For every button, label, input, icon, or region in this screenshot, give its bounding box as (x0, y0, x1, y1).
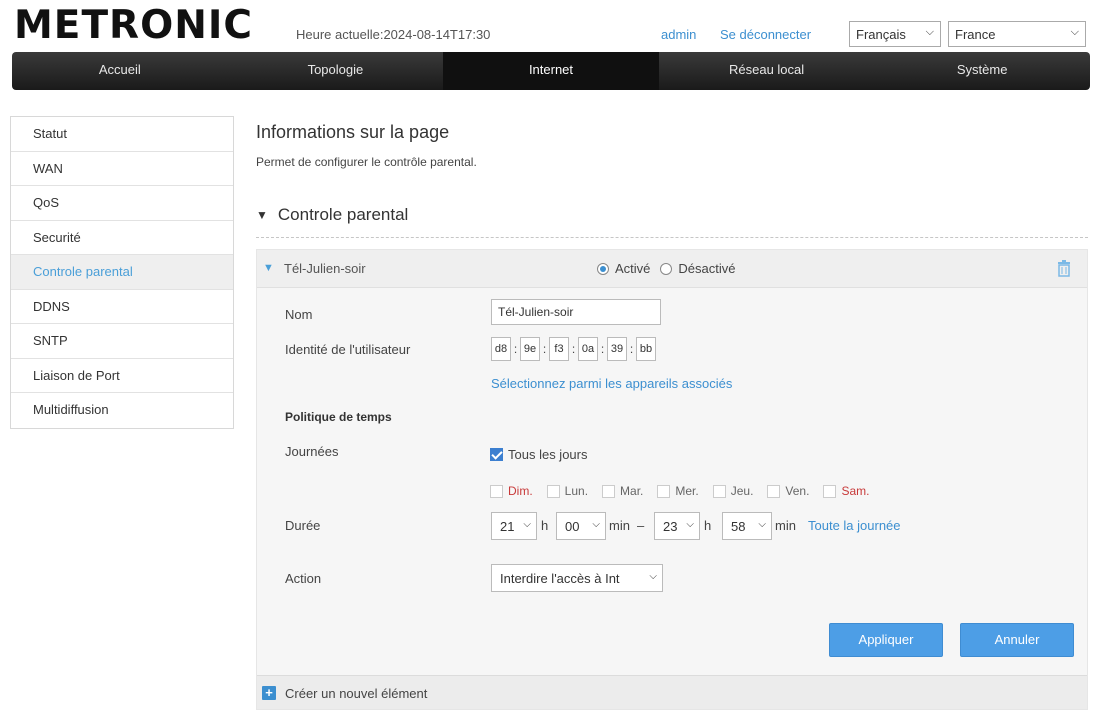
logout-link[interactable]: Se déconnecter (720, 27, 811, 42)
metronic-logo: METRONIC (14, 3, 254, 48)
sidebar-item-controle-parental[interactable]: Controle parental (11, 255, 233, 290)
all-day-link[interactable]: Toute la journée (808, 518, 901, 533)
country-value: France (955, 26, 996, 42)
apply-button[interactable]: Appliquer (829, 623, 943, 657)
day-lun[interactable]: Lun. (546, 484, 588, 498)
days-label: Journées (285, 444, 339, 459)
rule-header: ▼ Tél-Julien-soir Activé Désactivé (257, 250, 1087, 288)
select-device-link[interactable]: Sélectionnez parmi les appareils associé… (491, 376, 732, 391)
chevron-down-icon: ⌵ (758, 519, 766, 530)
chevron-down-icon: ⌵ (686, 519, 694, 530)
language-select[interactable]: Français ⌵ (849, 21, 941, 47)
mac-address-fields: d8 : 9e : f3 : 0a : 39 : bb (491, 337, 656, 361)
unit-hour: h (704, 518, 712, 533)
day-mar[interactable]: Mar. (602, 484, 643, 498)
mac-octet-2[interactable]: 9e (520, 337, 540, 361)
country-select[interactable]: France ⌵ (948, 21, 1086, 47)
chevron-down-icon: ⌵ (1070, 26, 1079, 38)
plus-icon[interactable]: + (262, 686, 276, 700)
nav-systeme[interactable]: Système (874, 52, 1090, 90)
sidebar-item-qos[interactable]: QoS (11, 186, 233, 221)
sidebar-item-wan[interactable]: WAN (11, 152, 233, 186)
nav-internet[interactable]: Internet (443, 52, 659, 90)
page-description: Permet de configurer le contrôle parenta… (256, 155, 477, 169)
user-id-label: Identité de l'utilisateur (285, 342, 411, 357)
sidebar-item-sntp[interactable]: SNTP (11, 324, 233, 359)
rule-panel: ▼ Tél-Julien-soir Activé Désactivé Nom T… (256, 249, 1088, 710)
radio-inactive-label: Désactivé (678, 261, 736, 276)
trash-icon[interactable] (1057, 260, 1071, 277)
nav-topologie[interactable]: Topologie (228, 52, 444, 90)
nav-accueil[interactable]: Accueil (12, 52, 228, 90)
time-policy-heading: Politique de temps (285, 410, 392, 424)
sidebar-item-ddns[interactable]: DDNS (11, 290, 233, 324)
mac-octet-6[interactable]: bb (636, 337, 656, 361)
page-title: Informations sur la page (256, 122, 450, 142)
main-nav: Accueil Topologie Internet Réseau local … (12, 52, 1090, 90)
sidebar-item-statut[interactable]: Statut (11, 117, 233, 152)
all-days-row: Tous les jours (490, 447, 587, 462)
chevron-down-icon: ⌵ (523, 519, 531, 530)
collapse-triangle-icon[interactable]: ▼ (263, 262, 274, 274)
mac-octet-3[interactable]: f3 (549, 337, 569, 361)
sidebar: Statut WAN QoS Securité Controle parenta… (10, 116, 234, 429)
day-mer[interactable]: Mer. (657, 484, 699, 498)
day-dim[interactable]: Dim. (490, 484, 533, 498)
language-value: Français (856, 26, 906, 42)
create-new-bar[interactable]: + Créer un nouvel élément (257, 675, 1087, 709)
sidebar-item-securite[interactable]: Securité (11, 221, 233, 255)
weekday-row: Dim. Lun. Mar. Mer. Jeu. Ven. Sam. (490, 484, 883, 498)
unit-min: min (609, 518, 630, 533)
action-label: Action (285, 571, 322, 586)
create-new-label: Créer un nouvel élément (285, 686, 428, 701)
radio-inactive[interactable] (660, 262, 673, 275)
action-select[interactable]: Interdire l'accès à Int ⌵ (491, 564, 663, 592)
cancel-button[interactable]: Annuler (960, 623, 1074, 657)
unit-hour: h (541, 518, 549, 533)
radio-active[interactable] (597, 262, 609, 275)
chevron-down-icon: ⌵ (592, 519, 600, 530)
start-min-select[interactable]: 00 ⌵ (556, 512, 606, 540)
name-label: Nom (285, 307, 313, 322)
day-sam[interactable]: Sam. (823, 484, 869, 498)
day-jeu[interactable]: Jeu. (712, 484, 753, 498)
mac-octet-5[interactable]: 39 (607, 337, 627, 361)
all-days-label: Tous les jours (508, 447, 588, 462)
end-min-select[interactable]: 58 ⌵ (722, 512, 772, 540)
range-dash: – (637, 518, 645, 533)
chevron-down-icon: ⌵ (925, 26, 934, 38)
user-link[interactable]: admin (661, 27, 696, 42)
duration-label: Durée (285, 518, 321, 533)
sidebar-item-multidiffusion[interactable]: Multidiffusion (11, 393, 233, 428)
nav-reseau-local[interactable]: Réseau local (659, 52, 875, 90)
start-hour-select[interactable]: 21 ⌵ (491, 512, 537, 540)
current-time: Heure actuelle:2024-08-14T17:30 (296, 27, 491, 42)
day-ven[interactable]: Ven. (767, 484, 809, 498)
sidebar-item-liaison-de-port[interactable]: Liaison de Port (11, 359, 233, 393)
radio-active-label: Activé (615, 261, 651, 276)
mac-octet-1[interactable]: d8 (491, 337, 511, 361)
section-title[interactable]: ▼ Controle parental (256, 205, 408, 225)
chevron-down-icon: ⌵ (649, 571, 657, 582)
end-hour-select[interactable]: 23 ⌵ (654, 512, 700, 540)
section-divider (256, 237, 1088, 238)
status-radio-group: Activé Désactivé (597, 261, 735, 276)
triangle-down-icon: ▼ (256, 208, 268, 222)
mac-octet-4[interactable]: 0a (578, 337, 598, 361)
rule-name: Tél-Julien-soir (284, 261, 366, 276)
unit-min: min (775, 518, 796, 533)
name-input[interactable]: Tél-Julien-soir (491, 299, 661, 325)
all-days-checkbox[interactable] (490, 448, 503, 461)
section-title-label: Controle parental (277, 205, 409, 224)
